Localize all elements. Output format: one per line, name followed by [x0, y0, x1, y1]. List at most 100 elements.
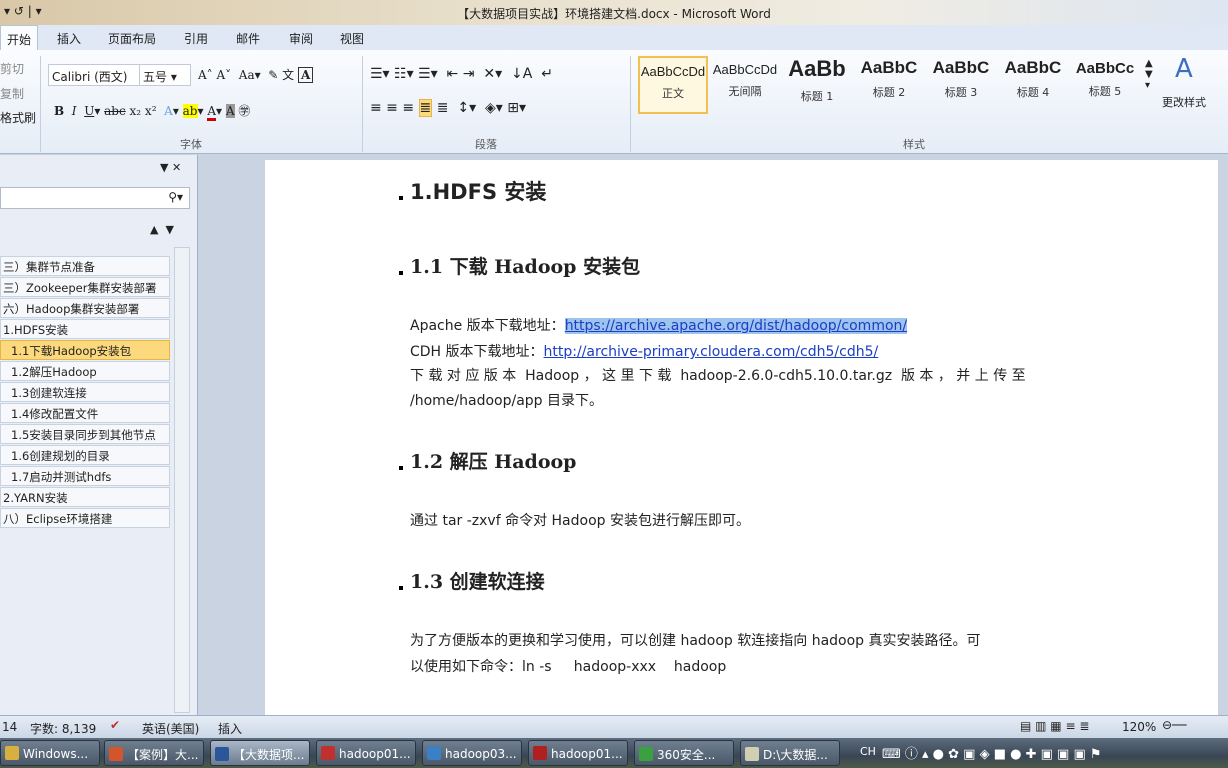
font-name-select[interactable]: Calibri (西文) — [48, 64, 140, 86]
apache-line: Apache 版本下载地址：https://archive.apache.org… — [410, 318, 908, 334]
taskbar-label: hadoop01... — [339, 747, 411, 761]
nav-heading-item[interactable]: 三）Zookeeper集群安装部署 — [0, 277, 170, 297]
paragraph-2: 通过 tar -zxvf 命令对 Hadoop 安装包进行解压即可。 — [410, 513, 750, 529]
taskbar: Windows... 【案例】大... 【大数据项... hadoop01... had… — [0, 738, 1228, 768]
nav-heading-item[interactable]: 1.3创建软连接 — [0, 382, 170, 402]
tab-view[interactable]: 视图 — [340, 30, 364, 47]
nav-heading-item[interactable]: 三）集群节点准备 — [0, 256, 170, 276]
page-number[interactable]: 14 — [2, 720, 17, 734]
cut-button[interactable]: 剪切 — [0, 60, 24, 77]
style-heading3[interactable]: AaBbC 标题 3 — [926, 56, 996, 114]
style-heading4[interactable]: AaBbC 标题 4 — [998, 56, 1068, 114]
cdh-line: CDH 版本下载地址：http://archive-primary.cloude… — [410, 344, 879, 360]
nav-heading-item[interactable]: 1.4修改配置文件 — [0, 403, 170, 423]
apache-link[interactable]: https://archive.apache.org/dist/hadoop/c… — [564, 318, 908, 334]
nav-heading-item[interactable]: 八）Eclipse环境搭建 — [0, 508, 170, 528]
nav-heading-item[interactable]: 1.7启动并测试hdfs — [0, 466, 170, 486]
paragraph-3b: 以使用如下命令：ln -s hadoop-xxx hadoop — [410, 659, 727, 675]
taskbar-button[interactable]: hadoop03... — [422, 740, 522, 766]
paragraph-3a: 为了方便版本的更换和学习使用，可以创建 hadoop 软连接指向 hadoop … — [410, 633, 981, 649]
cdh-link[interactable]: http://archive-primary.cloudera.com/cdh5… — [544, 344, 879, 360]
style-heading5[interactable]: AaBbCc 标题 5 — [1070, 56, 1140, 114]
insert-mode[interactable]: 插入 — [218, 720, 242, 737]
taskbar-label: 【案例】大... — [127, 748, 199, 762]
nav-heading-item[interactable]: 六）Hadoop集群安装部署 — [0, 298, 170, 318]
taskbar-label: hadoop01... — [551, 747, 623, 761]
style-heading1[interactable]: AaBb 标题 1 — [782, 56, 852, 114]
font-format-icons[interactable]: B I U▾ abc x₂ x² A▾ ab▾ A▾ A ㊫ — [54, 102, 250, 121]
list-icons[interactable]: ☰▾ ☷▾ ☰▾ ⇤ ⇥ ✕▾ ↓A ↵ — [370, 66, 553, 82]
heading-1-2: 1.2 解压 Hadoop — [410, 451, 577, 473]
styles-group-label: 样式 — [903, 138, 925, 151]
window-title: 【大数据项目实战】环境搭建文档.docx - Microsoft Word — [457, 7, 771, 21]
font-size-select[interactable]: 五号 ▾ — [139, 64, 191, 86]
zoom-slider[interactable]: ⊖── — [1162, 718, 1187, 732]
app-icon — [745, 747, 759, 761]
taskbar-label: D:\大数据... — [763, 748, 828, 762]
align-icons[interactable]: ≡ ≡ ≡ ≣ ≣ ↕▾ ◈▾ ⊞▾ — [370, 99, 526, 117]
app-icon — [109, 747, 123, 761]
app-icon — [5, 746, 19, 760]
nav-heading-item[interactable]: 1.6创建规划的目录 — [0, 445, 170, 465]
proofing-icon[interactable]: ✔ — [110, 718, 120, 732]
heading-1: 1.HDFS 安装 — [410, 180, 547, 204]
grow-font-icon[interactable]: A˄ A˅ Aa▾ ✎ 文 A — [198, 66, 314, 83]
tab-references[interactable]: 引用 — [184, 30, 208, 47]
tab-mailings[interactable]: 邮件 — [236, 30, 260, 47]
taskbar-button[interactable]: 【案例】大... — [104, 740, 204, 766]
paragraph-1a: 下 载 对 应 版 本 Hadoop ， 这 里 下 载 hadoop-2.6.… — [410, 368, 1026, 384]
tab-insert[interactable]: 插入 — [57, 30, 81, 47]
search-icon[interactable]: ⚲▾ — [168, 190, 183, 204]
change-styles-icon: A — [1175, 54, 1193, 84]
nav-heading-item[interactable]: 1.1下载Hadoop安装包 — [0, 340, 170, 360]
app-icon — [321, 746, 335, 760]
change-styles-button[interactable]: 更改样式 — [1162, 94, 1206, 110]
heading-1-3: 1.3 创建软连接 — [410, 571, 545, 593]
copy-button[interactable]: 复制 — [0, 85, 24, 102]
nav-heading-item[interactable]: 1.2解压Hadoop — [0, 361, 170, 381]
paragraph-1b: /home/hadoop/app 目录下。 — [410, 393, 603, 409]
taskbar-button[interactable]: hadoop01... — [528, 740, 628, 766]
language[interactable]: 英语(美国) — [142, 720, 199, 737]
ribbon: 剪切 复制 格式刷 Calibri (西文) 五号 ▾ A˄ A˅ Aa▾ ✎ … — [0, 50, 1228, 154]
style-no-spacing[interactable]: AaBbCcDd 无间隔 — [710, 56, 780, 114]
navigation-pane: ▼ ✕ ⚲▾ ▲ ▼ 三）集群节点准备 三）Zookeeper集群安装部署 六）Ha… — [0, 155, 198, 715]
style-heading2[interactable]: AaBbC 标题 2 — [854, 56, 924, 114]
nav-heading-item[interactable]: 1.HDFS安装 — [0, 319, 170, 339]
tab-home[interactable]: 开始 — [0, 25, 39, 51]
app-icon — [427, 746, 441, 760]
tab-layout[interactable]: 页面布局 — [108, 30, 156, 47]
nav-close-icon[interactable]: ▼ ✕ — [160, 161, 181, 174]
taskbar-label: Windows... — [23, 747, 89, 761]
taskbar-label: hadoop03... — [445, 747, 517, 761]
nav-search-input[interactable]: ⚲▾ — [0, 187, 190, 209]
styles-scroll[interactable]: ▲ ▼ ▾ — [1145, 58, 1153, 91]
format-painter-button[interactable]: 格式刷 — [0, 109, 36, 126]
zoom-level[interactable]: 120% — [1122, 720, 1156, 734]
paragraph-group-label: 段落 — [475, 138, 497, 151]
style-normal[interactable]: AaBbCcDd 正文 — [638, 56, 708, 114]
app-icon — [639, 747, 653, 761]
taskbar-button[interactable]: Windows... — [0, 740, 100, 766]
ime-indicator[interactable]: CH — [860, 745, 876, 758]
app-icon — [215, 747, 229, 761]
taskbar-label: 【大数据项... — [233, 748, 305, 762]
taskbar-button[interactable]: D:\大数据... — [740, 740, 840, 766]
nav-prev-next[interactable]: ▲ ▼ — [150, 223, 174, 236]
tab-review[interactable]: 审阅 — [289, 30, 313, 47]
taskbar-button[interactable]: 【大数据项... — [210, 740, 310, 766]
word-count[interactable]: 字数: 8,139 — [30, 720, 96, 737]
taskbar-label: 360安全... — [657, 748, 716, 762]
taskbar-button[interactable]: 360安全... — [634, 740, 734, 766]
heading-1-1: 1.1 下载 Hadoop 安装包 — [410, 256, 641, 278]
status-bar: 14 字数: 8,139 ✔ 英语(美国) 插入 ▤ ▥ ▦ ≡ ≣ 120% … — [0, 715, 1228, 738]
title-bar: ▾ ↺ | ▾ 【大数据项目实战】环境搭建文档.docx - Microsoft… — [0, 0, 1228, 25]
nav-scrollbar[interactable] — [174, 247, 190, 713]
app-icon — [533, 746, 547, 760]
system-tray-icons[interactable]: ⌨ ⓘ ▴ ● ✿ ▣ ◈ ■ ● ✚ ▣ ▣ ▣ ⚑ — [882, 743, 1102, 762]
font-group-label: 字体 — [180, 138, 202, 151]
view-buttons[interactable]: ▤ ▥ ▦ ≡ ≣ — [1020, 719, 1089, 733]
nav-heading-item[interactable]: 1.5安装目录同步到其他节点 — [0, 424, 170, 444]
nav-heading-item[interactable]: 2.YARN安装 — [0, 487, 170, 507]
taskbar-button[interactable]: hadoop01... — [316, 740, 416, 766]
